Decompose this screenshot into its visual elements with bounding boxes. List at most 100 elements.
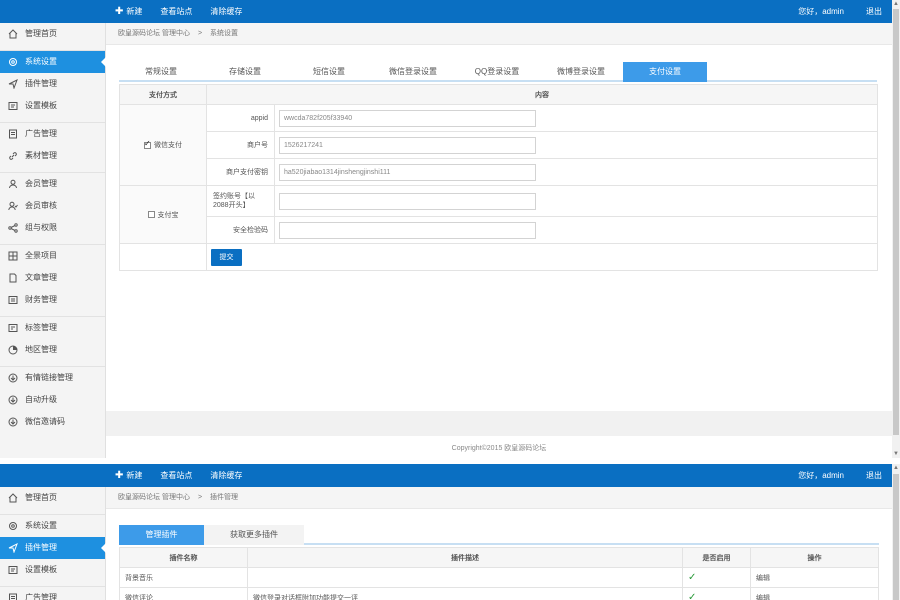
- new-button[interactable]: ✚ 新建: [106, 0, 151, 23]
- plus-icon: ✚: [115, 6, 124, 17]
- submit-button[interactable]: 提交: [211, 248, 242, 266]
- sidebar-item-members[interactable]: 会员管理: [0, 173, 105, 195]
- alipay-cell: 支付宝: [119, 185, 207, 244]
- sidebar-item-home[interactable]: 管理首页: [0, 487, 105, 509]
- clear-cache-link[interactable]: 清除缓存: [201, 464, 251, 487]
- sidebar-item-articles[interactable]: 文章管理: [0, 267, 105, 289]
- tab-weibo-login[interactable]: 微博登录设置: [539, 62, 623, 82]
- appid-input[interactable]: wwcda782f205f33940: [279, 109, 536, 127]
- field-cell: [274, 216, 878, 244]
- send-icon: [8, 543, 18, 553]
- link-icon: [9, 152, 17, 160]
- tab-more-plugins[interactable]: 获取更多插件: [204, 525, 304, 545]
- sidebar-item-templates[interactable]: 设置模板: [0, 95, 105, 117]
- sidebar-item-tags[interactable]: 标签管理: [0, 317, 105, 339]
- tag-icon: [8, 324, 18, 332]
- plugins-screen: ✚ 新建 查看站点 清除缓存 您好，admin 退出 管理首页 系统设置 插件管理…: [0, 464, 892, 600]
- table-row: 背景音乐 ✓ 编辑: [119, 567, 879, 588]
- top-nav: ✚ 新建 查看站点 清除缓存: [106, 464, 251, 487]
- wechat-pay-checkbox[interactable]: [144, 139, 151, 149]
- view-site-link[interactable]: 查看站点: [151, 464, 201, 487]
- scroll-thumb[interactable]: [893, 474, 899, 600]
- sidebar-item-groups-permissions[interactable]: 组与权限: [0, 217, 105, 239]
- user-greeting[interactable]: 您好，admin: [798, 464, 844, 487]
- scroll-thumb[interactable]: [893, 9, 899, 435]
- breadcrumb-root[interactable]: 欧皇源码论坛 管理中心: [118, 30, 190, 37]
- invite-icon: [8, 417, 18, 427]
- alipay-account-input[interactable]: [279, 192, 536, 210]
- tab-storage[interactable]: 存储设置: [203, 62, 287, 82]
- scroll-down-icon[interactable]: ▼: [892, 450, 900, 458]
- edit-link[interactable]: 编辑: [750, 567, 879, 588]
- view-site-link[interactable]: 查看站点: [151, 0, 201, 23]
- copyright: Copyright©2015 欧皇源码论坛: [451, 445, 547, 452]
- sidebar-item-plugins[interactable]: 插件管理: [0, 73, 105, 95]
- footer-strip: [106, 411, 892, 436]
- template-icon: [8, 566, 18, 574]
- home-icon: [8, 493, 18, 503]
- breadcrumb-current: 系统设置: [210, 30, 239, 37]
- tab-sms[interactable]: 短信设置: [287, 62, 371, 82]
- sidebar-item-ads[interactable]: 广告管理: [0, 587, 105, 600]
- logout-link[interactable]: 退出: [866, 464, 882, 487]
- sidebar-item-regions[interactable]: 地区管理: [0, 339, 105, 361]
- sidebar-item-wechat-invite[interactable]: 微信邀请码: [0, 411, 105, 433]
- sidebar-item-ads[interactable]: 广告管理: [0, 123, 105, 145]
- tab-qq-login[interactable]: QQ登录设置: [455, 62, 539, 82]
- top-bar: ✚ 新建 查看站点 清除缓存 您好，admin 退出: [0, 0, 892, 23]
- column-header-enabled: 是否启用: [682, 547, 751, 568]
- edit-link[interactable]: 编辑: [750, 587, 879, 600]
- logout-link[interactable]: 退出: [866, 0, 882, 23]
- breadcrumb: 欧皇源码论坛 管理中心 > 插件管理: [106, 487, 892, 509]
- sidebar-item-finance[interactable]: 财务管理: [0, 289, 105, 311]
- column-header-method: 支付方式: [119, 84, 207, 105]
- sidebar-item-templates[interactable]: 设置模板: [0, 559, 105, 581]
- breadcrumb: 欧皇源码论坛 管理中心 > 系统设置: [106, 23, 892, 45]
- plugin-name: 微信评论: [119, 587, 248, 600]
- enabled-check-icon: ✓: [682, 567, 751, 588]
- wechat-pay-label: 微信支付: [154, 142, 182, 149]
- sidebar-item-friend-links[interactable]: 有情链接管理: [0, 367, 105, 389]
- tab-wechat-login[interactable]: 微信登录设置: [371, 62, 455, 82]
- sidebar-item-member-review[interactable]: 会员审核: [0, 195, 105, 217]
- field-cell: ha520jiabao1314jinshengjinshi111: [274, 158, 878, 186]
- top-nav: ✚ 新建 查看站点 清除缓存: [106, 0, 251, 23]
- scroll-up-icon[interactable]: ▲: [892, 464, 900, 472]
- alipay-checkbox[interactable]: [147, 211, 155, 219]
- sidebar-item-home[interactable]: 管理首页: [0, 23, 105, 45]
- alipay-security-code-input[interactable]: [279, 221, 536, 239]
- breadcrumb-current: 插件管理: [210, 494, 239, 501]
- vertical-scrollbar[interactable]: ▲: [892, 464, 900, 600]
- user-greeting[interactable]: 您好，admin: [798, 0, 844, 23]
- template-icon: [8, 102, 18, 110]
- tab-payment[interactable]: 支付设置: [623, 62, 707, 82]
- sidebar-item-system-settings[interactable]: 系统设置: [0, 51, 106, 73]
- upgrade-icon: [8, 395, 18, 405]
- sidebar-item-panorama[interactable]: 全景项目: [0, 245, 105, 267]
- merchant-id-input[interactable]: 1526217241: [279, 136, 536, 154]
- merchant-key-input[interactable]: ha520jiabao1314jinshengjinshi111: [279, 163, 536, 181]
- column-header-name: 插件名称: [119, 547, 248, 568]
- logo-area: [0, 464, 106, 487]
- field-label: 商户号: [206, 131, 275, 159]
- scroll-up-icon[interactable]: ▲: [892, 0, 900, 8]
- vertical-scrollbar[interactable]: ▲ ▼: [892, 0, 900, 458]
- region-icon: [8, 345, 18, 355]
- sidebar-item-materials[interactable]: 素材管理: [0, 145, 105, 167]
- settings-tabs: 常规设置 存储设置 短信设置 微信登录设置 QQ登录设置 微博登录设置 支付设置: [119, 62, 877, 82]
- clear-cache-link[interactable]: 清除缓存: [201, 0, 251, 23]
- new-button[interactable]: ✚ 新建: [106, 464, 151, 487]
- payment-settings-table: 支付方式 内容 微信支付 appid wwcda782f205f33940 商户…: [119, 84, 878, 271]
- home-icon: [8, 29, 18, 39]
- sidebar-item-plugins[interactable]: 插件管理: [0, 537, 106, 559]
- column-header-content: 内容: [206, 84, 878, 105]
- ad-icon: [9, 129, 17, 139]
- breadcrumb-separator: >: [197, 494, 203, 501]
- plus-icon: ✚: [115, 470, 124, 481]
- tab-general[interactable]: 常规设置: [119, 62, 203, 82]
- sidebar: 管理首页 系统设置 插件管理 设置模板 广告管理: [0, 487, 106, 600]
- tab-manage-plugins[interactable]: 管理插件: [119, 525, 204, 545]
- breadcrumb-root[interactable]: 欧皇源码论坛 管理中心: [118, 494, 190, 501]
- sidebar-item-auto-upgrade[interactable]: 自动升级: [0, 389, 105, 411]
- sidebar-item-system-settings[interactable]: 系统设置: [0, 515, 105, 537]
